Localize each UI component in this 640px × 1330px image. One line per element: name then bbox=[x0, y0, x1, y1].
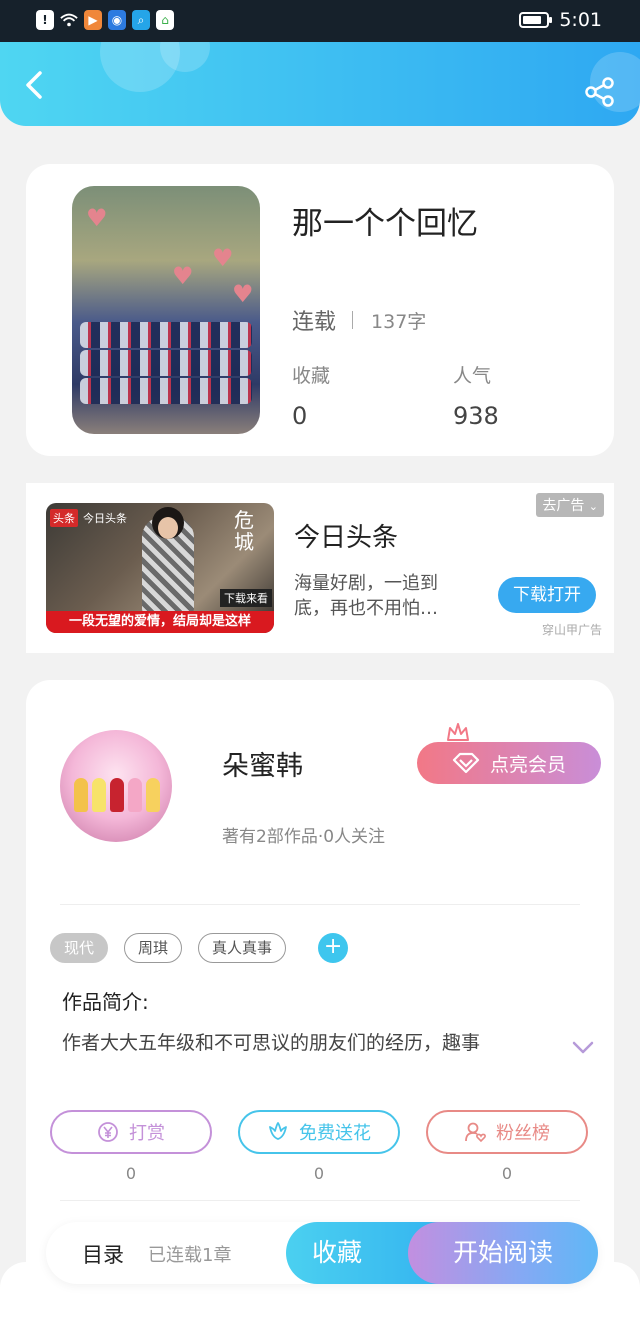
intro-heading: 作品简介: bbox=[62, 990, 149, 1014]
toc-button[interactable]: 目录 bbox=[82, 1239, 124, 1269]
add-tag-button[interactable]: + bbox=[318, 933, 349, 963]
diamond-icon bbox=[452, 752, 480, 774]
serial-status: 连载 bbox=[292, 310, 337, 335]
photo-row bbox=[80, 378, 252, 404]
word-count: 137字 bbox=[371, 310, 427, 333]
photo-row bbox=[80, 322, 252, 348]
status-time: 5:01 bbox=[559, 9, 602, 31]
chapter-count: 已连载1章 bbox=[148, 1245, 232, 1266]
vip-button-label: 点亮会员 bbox=[489, 753, 566, 776]
home-app-icon: ⌂ bbox=[156, 10, 174, 30]
share-icon bbox=[585, 77, 614, 107]
ad-source-label: 穿山甲广告 bbox=[541, 623, 602, 637]
ad-figure-face bbox=[158, 517, 178, 539]
status-bar: ! ▶ ◉ ⌕ ⌂ 5:01 bbox=[0, 0, 640, 42]
remove-ad-button[interactable]: 去广告 ⌄ bbox=[536, 493, 604, 517]
header-bar bbox=[0, 42, 640, 126]
ad-image-tag: 头条 今日头条 bbox=[50, 509, 127, 527]
popularity-value: 938 bbox=[453, 402, 499, 430]
ad-image-badge: 头条 bbox=[50, 509, 78, 527]
tag-item[interactable]: 周琪 bbox=[124, 933, 183, 963]
flower-count: 0 bbox=[313, 1164, 325, 1183]
wifi-icon bbox=[60, 10, 78, 30]
fan-ranking-label: 粉丝榜 bbox=[496, 1123, 550, 1144]
book-title: 那一个个回忆 bbox=[292, 206, 478, 242]
favorites-label: 收藏 bbox=[292, 365, 331, 387]
ad-image-vertical-title: 危城 bbox=[234, 508, 254, 554]
popularity-stat: 人气 938 bbox=[453, 361, 499, 430]
divider bbox=[60, 1200, 580, 1201]
crown-icon bbox=[447, 723, 469, 741]
author-avatar[interactable] bbox=[60, 730, 172, 842]
divider bbox=[60, 904, 580, 905]
photo-row bbox=[80, 350, 252, 376]
avatar-figure bbox=[146, 778, 160, 812]
reward-button[interactable]: 打赏 bbox=[50, 1110, 212, 1154]
divider bbox=[352, 311, 354, 329]
ad-download-button[interactable]: 下载打开 bbox=[498, 577, 596, 613]
vip-button[interactable]: 点亮会员 bbox=[417, 742, 601, 784]
ad-image-caption: 一段无望的爱情，结局却是这样 bbox=[46, 611, 274, 633]
fan-count: 0 bbox=[501, 1164, 513, 1183]
alert-icon: ! bbox=[36, 10, 54, 30]
flower-icon bbox=[269, 1122, 287, 1140]
ad-title: 今日头条 bbox=[294, 523, 399, 553]
reward-count: 0 bbox=[125, 1164, 137, 1183]
fan-ranking-button[interactable]: 粉丝榜 bbox=[426, 1110, 588, 1154]
tag-item[interactable]: 真人真事 bbox=[198, 933, 287, 963]
heart-icon: ♥ bbox=[172, 262, 194, 290]
avatar-figure bbox=[92, 778, 106, 812]
chevron-down-icon: ⌄ bbox=[588, 500, 598, 513]
ad-banner[interactable]: 头条 今日头条 危城 下载来看 一段无望的爱情，结局却是这样 今日头条 海量好剧… bbox=[26, 483, 614, 653]
avatar-figure bbox=[128, 778, 142, 812]
bottom-action-bar: 目录 已连载1章 收藏 开始阅读 bbox=[46, 1222, 598, 1284]
book-status-row: 连载 137字 bbox=[292, 304, 426, 336]
intro-text: 作者大大五年级和不可思议的朋友们的经历，趣事 bbox=[62, 1032, 481, 1054]
heart-icon: ♥ bbox=[232, 280, 254, 308]
favorites-value: 0 bbox=[292, 402, 308, 430]
share-button[interactable] bbox=[584, 76, 616, 108]
heart-icon: ♥ bbox=[86, 204, 108, 232]
avatar-figure bbox=[110, 778, 124, 812]
send-flower-button[interactable]: 免费送花 bbox=[238, 1110, 400, 1154]
ad-image-download-text: 下载来看 bbox=[220, 589, 272, 607]
send-flower-label: 免费送花 bbox=[299, 1123, 371, 1144]
tag-list: 现代 周琪 真人真事 + bbox=[50, 933, 349, 963]
user-heart-icon bbox=[465, 1122, 486, 1143]
search-app-icon: ⌕ bbox=[132, 10, 150, 30]
reward-label: 打赏 bbox=[129, 1123, 165, 1144]
video-app-icon: ▶ bbox=[84, 10, 102, 30]
bulb-app-icon: ◉ bbox=[108, 10, 126, 30]
heart-icon: ♥ bbox=[212, 244, 234, 272]
popularity-label: 人气 bbox=[453, 365, 492, 387]
author-meta: 著有2部作品·0人关注 bbox=[222, 827, 386, 847]
tag-item[interactable]: 现代 bbox=[50, 933, 109, 963]
avatar-figure bbox=[74, 778, 88, 812]
ad-description: 海量好剧，一追到底，再也不用怕… bbox=[294, 573, 438, 619]
chevron-left-icon bbox=[26, 71, 42, 99]
notification-icons: ! ▶ ◉ ⌕ ⌂ bbox=[36, 10, 174, 30]
back-button[interactable] bbox=[20, 70, 50, 100]
favorites-stat: 收藏 0 bbox=[292, 361, 330, 430]
battery-icon bbox=[519, 12, 553, 28]
expand-intro-button[interactable] bbox=[572, 1040, 594, 1056]
yen-coin-icon bbox=[98, 1122, 118, 1142]
start-reading-button[interactable]: 开始阅读 bbox=[408, 1222, 598, 1284]
ad-image[interactable]: 头条 今日头条 危城 下载来看 一段无望的爱情，结局却是这样 bbox=[46, 503, 274, 633]
ad-image-tag-text: 今日头条 bbox=[83, 512, 127, 525]
remove-ad-label: 去广告 bbox=[542, 498, 585, 514]
author-name[interactable]: 朵蜜韩 bbox=[222, 744, 303, 783]
book-info-card: ♥ ♥ ♥ ♥ 那一个个回忆 连载 137字 收藏 0 人气 938 bbox=[26, 164, 614, 456]
book-cover-image[interactable]: ♥ ♥ ♥ ♥ bbox=[72, 186, 260, 434]
